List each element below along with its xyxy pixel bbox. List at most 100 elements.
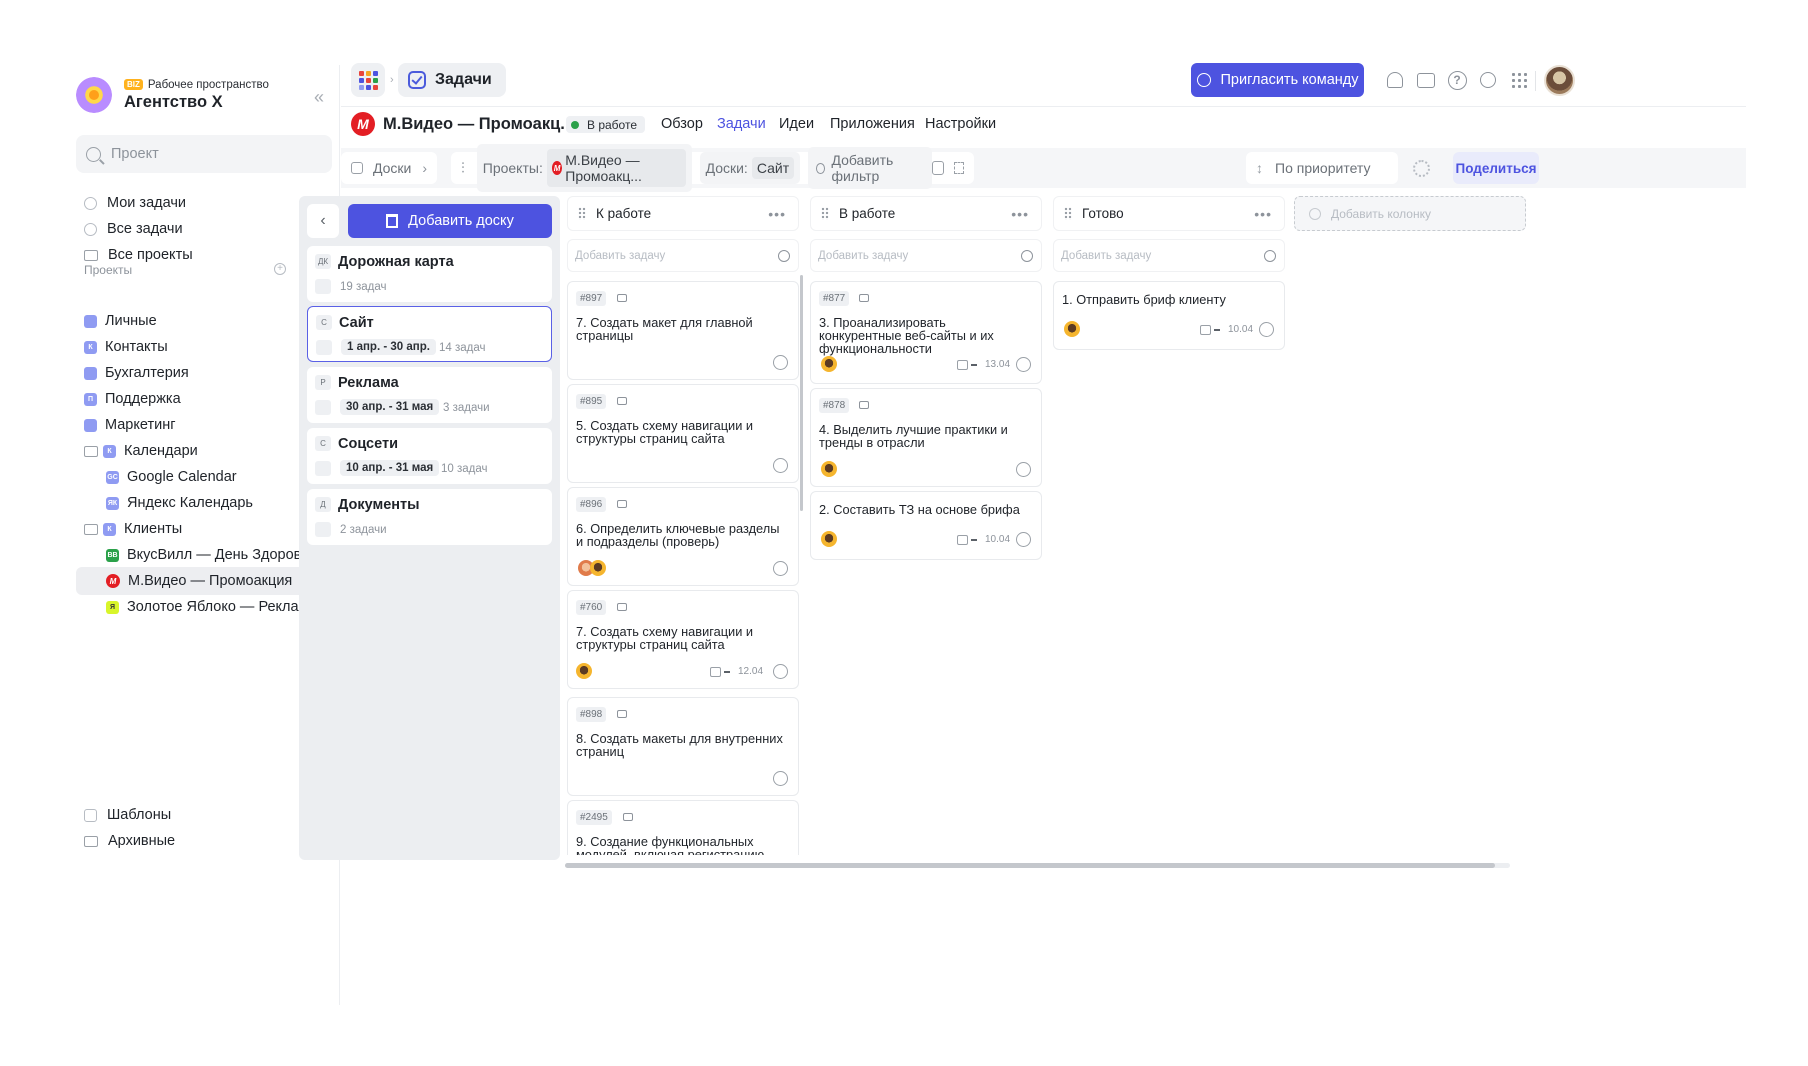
drag-handle-icon[interactable]	[578, 207, 586, 220]
horizontal-scrollbar[interactable]	[565, 863, 1495, 868]
board-documents[interactable]: Д Документы 2 задачи	[307, 489, 552, 545]
complete-checkbox[interactable]	[1259, 322, 1274, 337]
due-date[interactable]: 10.04	[957, 534, 1010, 545]
task-id: #878	[819, 398, 850, 413]
filter-settings-icon[interactable]: ⫶	[461, 160, 465, 177]
apps-button[interactable]	[351, 63, 385, 97]
task-card[interactable]: #2495 9. Создание функциональных модулей…	[567, 800, 799, 855]
more-options-icon[interactable]: •••	[768, 206, 786, 222]
assignee-avatar[interactable]	[576, 663, 592, 679]
more-options-icon[interactable]: •••	[1254, 206, 1272, 222]
nav-archived[interactable]: Архивные	[76, 827, 332, 855]
add-task-input-todo[interactable]: Добавить задачу	[567, 239, 799, 272]
complete-checkbox[interactable]	[773, 771, 788, 786]
project-search-input[interactable]: Проект	[76, 135, 332, 173]
task-card[interactable]: #896 6. Определить ключевые разделы и по…	[567, 487, 799, 586]
board-social[interactable]: С Соцсети 10 апр. - 31 мая 10 задач	[307, 428, 552, 484]
save-view-icon[interactable]	[931, 161, 944, 175]
board-site[interactable]: С Сайт 1 апр. - 30 апр. 14 задач	[307, 306, 552, 362]
due-date[interactable]: 10.04	[1200, 324, 1253, 335]
due-date-text: 13.04	[985, 359, 1011, 370]
apps-menu-button[interactable]	[1508, 69, 1530, 91]
assignee-avatar[interactable]	[821, 531, 837, 547]
sort-button[interactable]: ↕ По приоритету	[1246, 152, 1398, 184]
assignee-avatar[interactable]	[1064, 321, 1080, 337]
invite-team-button[interactable]: Пригласить команду	[1191, 63, 1364, 97]
project-title[interactable]: М.Видео — Промоакц...	[383, 115, 574, 134]
task-card[interactable]: 2. Составить ТЗ на основе брифа 10.04	[810, 491, 1042, 560]
add-task-placeholder: Добавить задачу	[1061, 249, 1152, 262]
tab-overview[interactable]: Обзор	[661, 116, 703, 132]
sidebar-item-mvideo[interactable]: М М.Видео — Промоакция	[76, 567, 332, 595]
task-card[interactable]: 1. Отправить бриф клиенту 10.04	[1053, 281, 1285, 350]
complete-checkbox[interactable]	[773, 664, 788, 679]
sidebar-item-contacts[interactable]: К Контакты	[76, 333, 332, 361]
drag-handle-icon[interactable]	[1064, 207, 1072, 220]
assignee-avatar[interactable]	[821, 461, 837, 477]
tab-apps[interactable]: Приложения	[830, 116, 915, 132]
assignee-avatar[interactable]	[590, 560, 606, 576]
task-card[interactable]: #898 8. Создать макеты для внутренних ст…	[567, 697, 799, 796]
nav-my-tasks[interactable]: Мои задачи	[76, 189, 332, 217]
task-card[interactable]: #877 3. Проанализировать конкурентные ве…	[810, 281, 1042, 384]
sidebar-item-yandex-calendar[interactable]: ЯК Яндекс Календарь	[76, 489, 332, 517]
projects-filter[interactable]: Проекты: М М.Видео — Промоакц...	[476, 144, 692, 192]
board-roadmap[interactable]: ДК Дорожная карта 19 задач	[307, 246, 552, 302]
task-card[interactable]: #760 7. Создать схему навигации и структ…	[567, 590, 799, 689]
task-card[interactable]: #895 5. Создать схему навигации и структ…	[567, 384, 799, 483]
column-header-done[interactable]: Готово •••	[1053, 196, 1285, 231]
sidebar-folder-clients[interactable]: К Клиенты	[76, 515, 332, 543]
column-scrollbar[interactable]	[800, 275, 803, 511]
collapse-boards-button[interactable]: ‹	[307, 204, 339, 238]
due-date[interactable]: 12.04	[710, 666, 763, 677]
sidebar-item-zolotoe-yabloko[interactable]: Я Золотое Яблоко — Рекла...	[76, 593, 332, 621]
boards-toggle[interactable]: Доски ›	[341, 152, 437, 184]
complete-checkbox[interactable]	[773, 355, 788, 370]
add-task-input-in-progress[interactable]: Добавить задачу	[810, 239, 1042, 272]
complete-checkbox[interactable]	[1016, 532, 1031, 547]
sidebar-item-marketing[interactable]: Маркетинг	[76, 411, 332, 439]
sidebar-item-google-calendar[interactable]: GC Google Calendar	[76, 463, 332, 491]
task-card[interactable]: #897 7. Создать макет для главной страни…	[567, 281, 799, 380]
breadcrumb-tasks[interactable]: Задачи	[398, 63, 506, 97]
add-board-button[interactable]: Добавить доску	[348, 204, 552, 238]
tab-tasks[interactable]: Задачи	[717, 116, 766, 132]
collapse-sidebar-icon[interactable]: «	[314, 87, 324, 108]
board-ads[interactable]: Р Реклама 30 апр. - 31 мая 3 задачи	[307, 367, 552, 423]
share-button[interactable]: Поделиться	[1453, 152, 1539, 184]
nav-all-tasks[interactable]: Все задачи	[76, 215, 332, 243]
sidebar-folder-calendars[interactable]: К Календари	[76, 437, 332, 465]
task-card[interactable]: #878 4. Выделить лучшие практики и тренд…	[810, 388, 1042, 487]
sidebar-item-accounting[interactable]: Бухгалтерия	[76, 359, 332, 387]
boards-filter[interactable]: Доски: Сайт	[699, 152, 801, 184]
help-button[interactable]: ?	[1446, 69, 1468, 91]
sidebar-item-support[interactable]: П Поддержка	[76, 385, 332, 413]
column-header-todo[interactable]: К работе •••	[567, 196, 799, 231]
complete-checkbox[interactable]	[773, 458, 788, 473]
files-button[interactable]	[1415, 69, 1437, 91]
complete-checkbox[interactable]	[1016, 357, 1031, 372]
notifications-button[interactable]	[1384, 69, 1406, 91]
more-options-icon[interactable]: •••	[1011, 206, 1029, 222]
add-filter-button[interactable]: Добавить фильтр	[808, 147, 932, 189]
assignee-avatar[interactable]	[821, 356, 837, 372]
user-avatar[interactable]	[1544, 65, 1575, 96]
add-task-input-done[interactable]: Добавить задачу	[1053, 239, 1285, 272]
sidebar-item-vkusvill[interactable]: ВВ ВкусВилл — День Здоров...	[76, 541, 332, 569]
column-header-in-progress[interactable]: В работе •••	[810, 196, 1042, 231]
search-button[interactable]	[1477, 69, 1499, 91]
drag-handle-icon[interactable]	[821, 207, 829, 220]
sidebar-item-personal[interactable]: Личные	[76, 307, 332, 335]
expand-icon[interactable]	[953, 162, 964, 174]
add-project-icon[interactable]: +	[274, 263, 286, 275]
nav-templates[interactable]: Шаблоны	[76, 801, 332, 829]
due-date[interactable]: 13.04	[957, 359, 1010, 370]
complete-checkbox[interactable]	[1016, 462, 1031, 477]
complete-checkbox[interactable]	[773, 561, 788, 576]
add-column-button[interactable]: Добавить колонку	[1294, 196, 1526, 231]
tab-settings[interactable]: Настройки	[925, 116, 996, 132]
workspace-switcher[interactable]: BIZ Рабочее пространство Агентство X «	[76, 73, 330, 117]
project-status-badge[interactable]: В работе	[566, 116, 646, 133]
tab-ideas[interactable]: Идеи	[779, 116, 814, 132]
settings-gear-icon[interactable]	[1413, 160, 1430, 177]
